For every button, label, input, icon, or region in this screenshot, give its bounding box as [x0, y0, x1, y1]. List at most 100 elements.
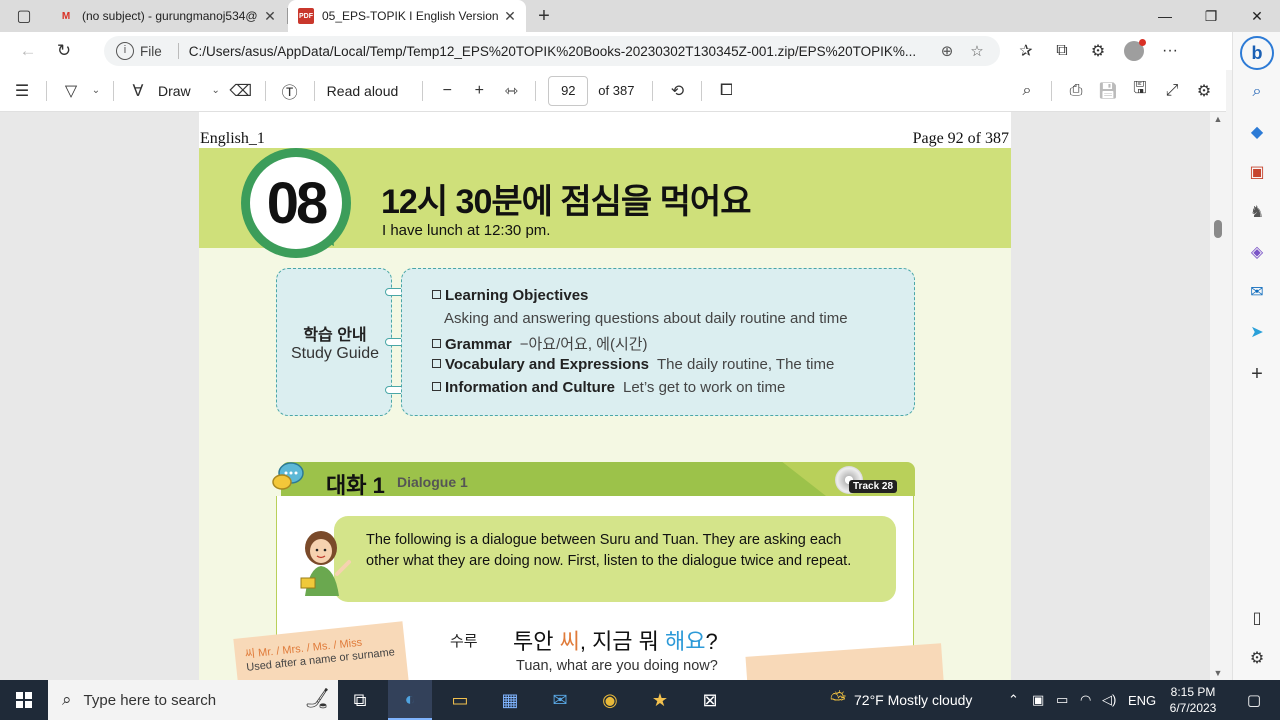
- start-button[interactable]: [0, 680, 48, 720]
- track-label: Track 28: [849, 480, 898, 493]
- notification-icon[interactable]: ▢: [1234, 680, 1274, 720]
- store-icon[interactable]: ▦: [488, 680, 532, 720]
- maximize-icon[interactable]: ❐: [1188, 0, 1234, 32]
- mail-icon[interactable]: ✉: [538, 680, 582, 720]
- tab-title: (no subject) - gurungmanoj534@: [82, 9, 258, 23]
- shopping-tag-icon[interactable]: ◆: [1241, 116, 1273, 148]
- lesson-title: 12시 30분에 점심을 먹어요: [381, 183, 751, 221]
- weather-widget[interactable]: ⛅︎ 72°F Mostly cloudy: [830, 680, 972, 720]
- toolbar-separator: [113, 80, 114, 101]
- speaker-name: 수루: [450, 633, 478, 650]
- edge-app-icon[interactable]: ◐: [388, 680, 432, 720]
- guide-desc: Asking and answering questions about dai…: [444, 310, 848, 327]
- zoom-out-icon[interactable]: −: [431, 70, 463, 112]
- minimize-icon[interactable]: —: [1142, 0, 1188, 32]
- tab-actions-icon[interactable]: ▢: [6, 0, 42, 32]
- text-icon[interactable]: Ⓣ: [274, 70, 306, 112]
- close-tab-icon[interactable]: ✕: [260, 8, 280, 25]
- guide-item: Asking and answering questions about dai…: [444, 310, 848, 327]
- settings-gear-icon[interactable]: ⚙: [1188, 70, 1220, 112]
- close-tab-icon[interactable]: ✕: [500, 8, 520, 25]
- extensions-icon[interactable]: ⚙: [1080, 32, 1116, 70]
- vertical-scrollbar[interactable]: ▲ ▼: [1210, 112, 1226, 680]
- send-icon[interactable]: ➤: [1241, 316, 1273, 348]
- address-bar-actions: ✰ ⧉ ⚙ ···: [1008, 32, 1188, 70]
- page-header-left: English_1: [200, 130, 265, 147]
- zoom-icon[interactable]: ⊕: [932, 42, 962, 60]
- favorite-star-icon[interactable]: ☆: [962, 42, 992, 60]
- url-box[interactable]: i File C:/Users/asus/AppData/Local/Temp/…: [104, 36, 1000, 66]
- tab-gmail[interactable]: M (no subject) - gurungmanoj534@ ✕: [48, 0, 286, 32]
- draw-icon[interactable]: ∀: [122, 70, 154, 112]
- bing-chat-icon[interactable]: b: [1240, 36, 1274, 70]
- line-part: ?: [705, 629, 718, 654]
- contents-icon[interactable]: ☰: [6, 70, 38, 112]
- scroll-up-icon[interactable]: ▲: [1210, 114, 1226, 124]
- sidebar-panel-icon[interactable]: ▯: [1241, 602, 1273, 634]
- refresh-icon[interactable]: ↻: [46, 32, 82, 70]
- new-tab-icon[interactable]: +: [528, 0, 560, 32]
- draw-button[interactable]: Draw: [154, 83, 195, 99]
- search-icon[interactable]: ⌕: [1011, 70, 1043, 112]
- battery-icon[interactable]: ▭: [1056, 680, 1068, 720]
- capcut-icon[interactable]: ⊠: [688, 680, 732, 720]
- scroll-down-icon[interactable]: ▼: [1210, 668, 1226, 678]
- page-number-input[interactable]: 92: [548, 75, 589, 106]
- meet-icon[interactable]: ▣: [1032, 680, 1044, 720]
- taskbar-search[interactable]: ⌕ Type here to search 🏒︎: [48, 680, 338, 720]
- chevron-down-icon[interactable]: ⌄: [87, 70, 105, 112]
- search-icon[interactable]: ⌕: [1241, 76, 1273, 108]
- clock[interactable]: 8:15 PM 6/7/2023: [1160, 684, 1226, 716]
- movie-maker-icon[interactable]: ★: [638, 680, 682, 720]
- file-explorer-icon[interactable]: ▭: [438, 680, 482, 720]
- add-sidebar-icon[interactable]: +: [1241, 358, 1273, 390]
- url-text[interactable]: C:/Users/asus/AppData/Local/Temp/Temp12_…: [189, 44, 932, 59]
- office-icon[interactable]: ◈: [1241, 236, 1273, 268]
- taskbar: ⌕ Type here to search 🏒︎ ⧉ ◐ ▭ ▦ ✉ ◉ ★ ⊠…: [0, 680, 1280, 720]
- games-chess-icon[interactable]: ♞: [1241, 196, 1273, 228]
- read-aloud-button[interactable]: Read aloud: [323, 83, 403, 99]
- pdf-page: English_1 Page 92 of 387 08 12시 30분에 점심을…: [199, 112, 1011, 680]
- tab-pdf[interactable]: PDF 05_EPS-TOPIK I English Version L ✕: [288, 0, 526, 32]
- rotate-icon[interactable]: ⟲: [661, 70, 693, 112]
- wifi-icon[interactable]: ◠: [1080, 680, 1091, 720]
- toolbar-separator: [313, 80, 315, 101]
- toolbar-separator: [264, 80, 266, 101]
- tray-overflow-icon[interactable]: ⌃: [1008, 680, 1019, 720]
- lesson-number: 08: [250, 157, 342, 249]
- print-icon[interactable]: ⎙: [1060, 70, 1092, 112]
- highlight-icon[interactable]: ▽: [55, 70, 87, 112]
- fullscreen-icon[interactable]: ⤢: [1156, 70, 1188, 112]
- scroll-thumb[interactable]: [1214, 220, 1222, 238]
- page-view-icon[interactable]: ⧠: [710, 70, 742, 112]
- page-total: of 387: [598, 83, 635, 98]
- profile-avatar[interactable]: [1124, 39, 1146, 61]
- weather-cloud-icon: ⛅︎: [830, 688, 846, 711]
- pdf-viewport[interactable]: English_1 Page 92 of 387 08 12시 30분에 점심을…: [0, 112, 1210, 680]
- save-as-icon[interactable]: 🖫︎: [1124, 70, 1156, 112]
- outlook-icon[interactable]: ✉: [1241, 276, 1273, 308]
- teacher-illustration-icon: [300, 531, 351, 596]
- close-window-icon[interactable]: ✕: [1234, 0, 1280, 32]
- page-top-margin: [199, 112, 1011, 148]
- save-icon[interactable]: 💾︎: [1092, 70, 1124, 112]
- back-icon[interactable]: ←: [10, 32, 46, 70]
- tools-briefcase-icon[interactable]: ▣: [1241, 156, 1273, 188]
- sidebar-settings-gear-icon[interactable]: ⚙: [1241, 642, 1273, 674]
- task-view-icon[interactable]: ⧉: [338, 680, 382, 720]
- erase-icon[interactable]: ⌫: [225, 70, 257, 112]
- toolbar-separator: [422, 80, 424, 101]
- volume-icon[interactable]: ◁): [1102, 680, 1116, 720]
- fit-page-icon[interactable]: ⇿: [495, 70, 527, 112]
- collections-icon[interactable]: ⧉: [1044, 32, 1080, 70]
- info-icon[interactable]: i: [116, 42, 134, 60]
- zoom-in-icon[interactable]: +: [463, 70, 495, 112]
- chrome-icon[interactable]: ◉: [588, 680, 632, 720]
- checkbox-icon: [432, 339, 441, 348]
- chevron-down-icon[interactable]: ⌄: [207, 70, 225, 112]
- language-indicator[interactable]: ENG: [1128, 680, 1156, 720]
- study-guide-en: Study Guide: [290, 345, 380, 362]
- favorites-icon[interactable]: ✰: [1008, 32, 1044, 70]
- clock-date: 6/7/2023: [1169, 701, 1217, 715]
- more-icon[interactable]: ···: [1152, 32, 1188, 70]
